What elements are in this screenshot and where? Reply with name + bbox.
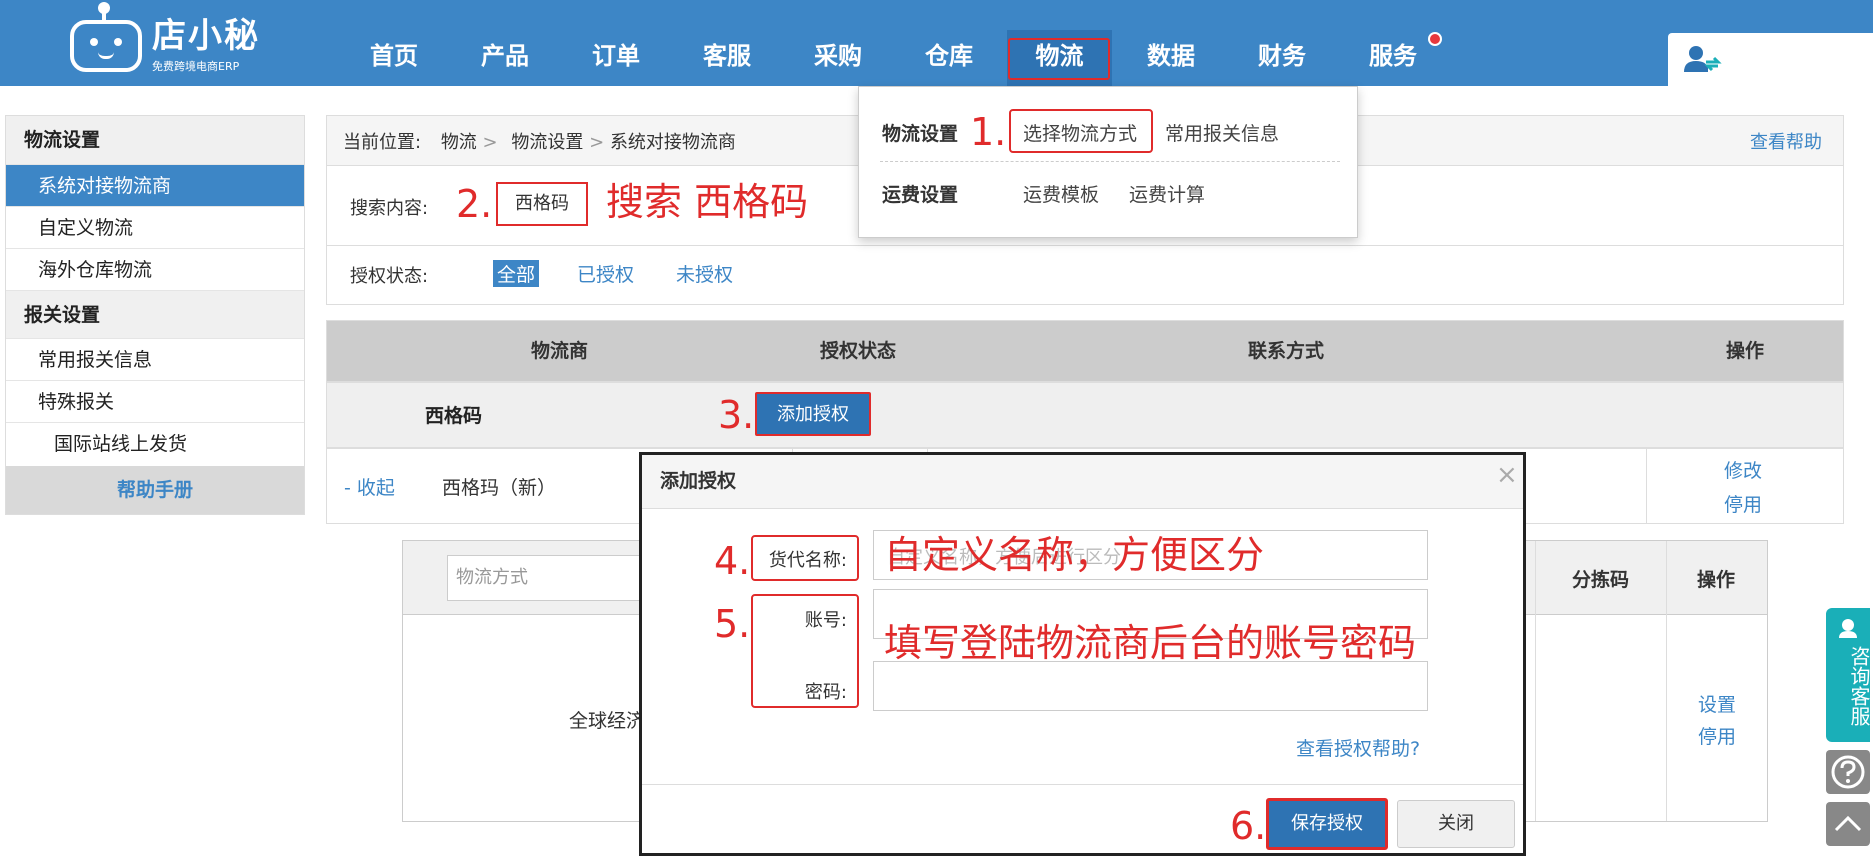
breadcrumb: 当前位置: 物流 > 物流设置 > 系统对接物流商 [343,128,736,154]
modal-title: 添加授权 [660,470,737,492]
annotation-step-6: 6. [1230,804,1267,848]
auth-filter-authorized[interactable]: 已授权 [577,260,634,287]
password-label: 密码: [804,682,847,703]
annotation-text-2: 搜索 西格码 [606,180,809,224]
breadcrumb-logistics-settings[interactable]: 物流设置 [511,132,583,153]
auth-filter-all[interactable]: 全部 [493,260,540,287]
breadcrumb-separator-icon: > [589,132,605,153]
consult-service-button[interactable]: 咨询客服 [1826,608,1871,742]
breadcrumb-logistics[interactable]: 物流 [441,132,477,153]
close-icon[interactable]: × [1496,460,1518,490]
dropdown-logistics-settings: 物流设置 [882,123,959,145]
annotation-step-5: 5. [714,602,751,646]
auth-filter-unauthorized[interactable]: 未授权 [676,260,733,287]
annotation-step-1: 1. [970,110,1007,154]
breadcrumb-current: 系统对接物流商 [609,132,736,153]
annotation-step-4: 4. [714,539,751,583]
nav-products[interactable]: 产品 [455,30,555,86]
logo-tagline: 免费跨境电商ERP [152,60,240,73]
set-method-link[interactable]: 设置 [1698,690,1736,717]
question-icon [1831,755,1865,789]
nav-customer-service[interactable]: 客服 [677,30,777,86]
modal-header [642,455,1523,509]
dropdown-customs-info[interactable]: 常用报关信息 [1165,119,1279,146]
method-search-input[interactable]: 物流方式 [447,555,657,601]
account-label: 账号: [804,610,847,631]
auth-help-link[interactable]: 查看授权帮助? [1296,734,1420,761]
annotation-step-3: 3. [718,393,755,437]
notification-dot [1428,32,1442,46]
search-label: 搜索内容: [350,198,429,219]
filter-divider [327,245,1843,246]
edit-link[interactable]: 修改 [1724,456,1762,483]
logo[interactable]: 店小秘 免费跨境电商ERP [70,2,270,78]
close-modal-button[interactable]: 关闭 [1397,800,1515,848]
back-to-top-button[interactable] [1826,802,1870,846]
sidebar-section-customs: 报关设置 [6,290,304,338]
sidebar-help-manual[interactable]: 帮助手册 [6,466,304,514]
sidebar-item-intl-shipping[interactable]: 国际站线上发货 [6,422,304,464]
forwarder-name-label: 货代名称: [768,550,847,571]
sidebar-item-system-carriers[interactable]: 系统对接物流商 [6,164,304,206]
column-divider [1646,448,1647,524]
column-divider [1666,541,1667,821]
nav-home[interactable]: 首页 [344,30,444,86]
table-row [326,382,1844,448]
modal-footer-divider [642,784,1523,785]
breadcrumb-separator-icon: > [482,132,498,153]
disable-method-link[interactable]: 停用 [1698,722,1736,749]
password-input[interactable] [873,661,1428,711]
nav-warehouse[interactable]: 仓库 [899,30,999,86]
nav-orders[interactable]: 订单 [566,30,666,86]
annotation-step-2: 2. [456,182,493,226]
th-auth-status: 授权状态 [820,340,897,362]
th-sort-code: 分拣码 [1572,569,1630,591]
column-divider [1535,541,1536,821]
carrier-account-name: 西格玛（新） [442,477,557,499]
th-carrier: 物流商 [531,340,589,362]
th-method-operation: 操作 [1697,569,1736,591]
robot-logo-icon [70,20,142,72]
sidebar-item-customs-info[interactable]: 常用报关信息 [6,338,304,380]
sidebar: 物流设置 系统对接物流商 自定义物流 海外仓库物流 报关设置 常用报关信息 特殊… [5,115,305,515]
sidebar-item-custom-logistics[interactable]: 自定义物流 [6,206,304,248]
breadcrumb-prefix: 当前位置: [343,132,422,153]
nav-purchase[interactable]: 采购 [788,30,888,86]
help-question-button[interactable] [1826,750,1870,794]
save-authorization-button[interactable]: 保存授权 [1266,798,1388,850]
user-switch-icon[interactable] [1682,44,1722,76]
dropdown-select-method[interactable]: 选择物流方式 [1023,119,1137,146]
th-contact: 联系方式 [1248,340,1325,362]
nav-data[interactable]: 数据 [1121,30,1221,86]
logo-brand: 店小秘 [152,16,260,56]
dropdown-freight-template[interactable]: 运费模板 [1023,180,1099,207]
annotation-text-5: 填写登陆物流商后台的账号密码 [884,621,1417,665]
add-authorization-button[interactable]: 添加授权 [755,392,871,436]
collapse-link[interactable]: - 收起 [344,473,395,500]
sidebar-item-overseas-warehouse[interactable]: 海外仓库物流 [6,248,304,290]
consult-service-label: 咨询客服 [1847,646,1871,726]
carrier-group-name: 西格码 [425,405,483,427]
auth-status-label: 授权状态: [350,266,429,287]
method-name: 全球经济 [569,710,646,732]
headset-icon [1839,619,1857,638]
highlight-box-nav-logistics [1008,38,1110,80]
dropdown-freight-settings: 运费设置 [882,184,959,206]
dropdown-divider [880,161,1340,162]
view-help-link[interactable]: 查看帮助 [1750,128,1822,154]
dropdown-freight-calc[interactable]: 运费计算 [1129,180,1205,207]
th-operation: 操作 [1726,340,1765,362]
sidebar-item-special-customs[interactable]: 特殊报关 [6,380,304,422]
annotation-text-4: 自定义名称，方便区分 [884,533,1265,577]
nav-finance[interactable]: 财务 [1232,30,1332,86]
chevron-up-icon [1834,815,1862,832]
disable-link[interactable]: 停用 [1724,490,1762,517]
sidebar-section-logistics: 物流设置 [6,116,304,164]
search-input[interactable]: 西格码 [496,182,588,226]
